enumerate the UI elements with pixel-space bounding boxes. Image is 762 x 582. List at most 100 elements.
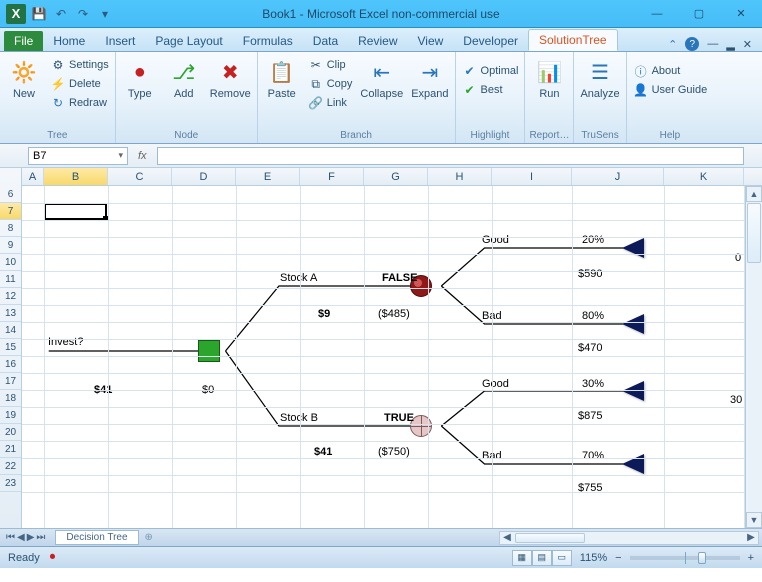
tab-view[interactable]: View (408, 31, 454, 51)
horizontal-scrollbar[interactable]: ◀ ▶ (499, 531, 759, 545)
tab-file[interactable]: File (4, 31, 43, 51)
add-button[interactable]: ⎇Add (164, 54, 204, 104)
macro-record-icon[interactable]: ⏺ (40, 551, 56, 564)
fx-icon[interactable]: fx (128, 150, 157, 162)
col-header-K[interactable]: K (664, 168, 744, 185)
col-header-G[interactable]: G (364, 168, 428, 185)
row-header-17[interactable]: 17 (0, 373, 21, 390)
row-header-16[interactable]: 16 (0, 356, 21, 373)
worksheet[interactable]: 67891011121314151617181920212223 ABCDEFG… (0, 168, 762, 528)
link-button[interactable]: 🔗Link (306, 94, 355, 112)
minimize-button[interactable]: — (636, 3, 678, 25)
col-header-B[interactable]: B (44, 168, 108, 185)
delete-button[interactable]: ⚡Delete (48, 75, 111, 93)
analyze-button[interactable]: ☰Analyze (578, 54, 621, 104)
about-button[interactable]: ⓘAbout (631, 62, 710, 80)
tab-review[interactable]: Review (348, 31, 407, 51)
row-header-7[interactable]: 7 (0, 203, 21, 220)
mdi-restore-icon[interactable]: ▂ (726, 38, 734, 51)
row-header-15[interactable]: 15 (0, 339, 21, 356)
active-cell[interactable] (44, 203, 107, 220)
row-header-8[interactable]: 8 (0, 220, 21, 237)
scroll-right-icon[interactable]: ▶ (744, 532, 758, 543)
mdi-close-icon[interactable]: ✕ (743, 38, 752, 51)
row-header-19[interactable]: 19 (0, 407, 21, 424)
col-header-D[interactable]: D (172, 168, 236, 185)
row-header-6[interactable]: 6 (0, 186, 21, 203)
maximize-button[interactable]: ▢ (678, 3, 720, 25)
row-header-13[interactable]: 13 (0, 305, 21, 322)
vertical-scrollbar[interactable]: ▲ ▼ (745, 186, 762, 528)
tab-developer[interactable]: Developer (453, 31, 528, 51)
row-header-20[interactable]: 20 (0, 424, 21, 441)
formula-input[interactable] (157, 147, 744, 165)
row-header-9[interactable]: 9 (0, 237, 21, 254)
tab-home[interactable]: Home (43, 31, 95, 51)
zoom-slider[interactable] (630, 556, 740, 560)
best-button[interactable]: ✔Best (460, 81, 521, 99)
tab-nav-prev-icon[interactable]: ◀ (17, 532, 25, 543)
page-break-view-button[interactable]: ▭ (552, 550, 572, 566)
col-header-H[interactable]: H (428, 168, 492, 185)
clip-button[interactable]: ✂Clip (306, 56, 355, 74)
decision-node[interactable] (198, 340, 220, 362)
remove-button[interactable]: ✖Remove (208, 54, 253, 104)
close-button[interactable]: ✕ (720, 3, 762, 25)
mdi-minimize-icon[interactable]: — (707, 38, 718, 50)
help-icon[interactable]: ? (685, 37, 699, 51)
col-header-I[interactable]: I (492, 168, 572, 185)
new-tree-button[interactable]: 🔆 New (4, 54, 44, 104)
expand-button[interactable]: ⇥Expand (409, 54, 450, 104)
row-header-23[interactable]: 23 (0, 475, 21, 492)
optimal-button[interactable]: ✔Optimal (460, 62, 521, 80)
save-icon[interactable]: 💾 (30, 5, 48, 23)
qat-dropdown-icon[interactable]: ▾ (96, 5, 114, 23)
type-button[interactable]: ●Type (120, 54, 160, 104)
col-header-J[interactable]: J (572, 168, 664, 185)
zoom-thumb[interactable] (698, 552, 706, 564)
hscroll-thumb[interactable] (515, 533, 585, 543)
zoom-in-button[interactable]: + (748, 552, 754, 564)
run-button[interactable]: 📊Run (529, 54, 569, 104)
redo-icon[interactable]: ↷ (74, 5, 92, 23)
tab-nav-last-icon[interactable]: ⏭ (36, 532, 45, 543)
col-header-F[interactable]: F (300, 168, 364, 185)
scroll-down-icon[interactable]: ▼ (746, 512, 762, 528)
name-box[interactable]: B7 ▾ (28, 147, 128, 165)
tab-nav-first-icon[interactable]: ⏮ (6, 532, 15, 543)
scroll-thumb[interactable] (747, 203, 761, 263)
row-header-11[interactable]: 11 (0, 271, 21, 288)
col-header-C[interactable]: C (108, 168, 172, 185)
settings-button[interactable]: ⚙Settings (48, 56, 111, 74)
row-header-18[interactable]: 18 (0, 390, 21, 407)
copy-button[interactable]: ⧉Copy (306, 75, 355, 93)
row-header-21[interactable]: 21 (0, 441, 21, 458)
zoom-level[interactable]: 115% (580, 552, 607, 564)
collapse-button[interactable]: ⇤Collapse (358, 54, 405, 104)
row-header-10[interactable]: 10 (0, 254, 21, 271)
scroll-left-icon[interactable]: ◀ (500, 532, 514, 543)
ribbon-minimize-icon[interactable]: ⌃ (668, 38, 677, 51)
tab-solutiontree[interactable]: SolutionTree (528, 29, 618, 51)
grid[interactable]: Invest? $41 $0 Stock A $9 FALSE ($485) S… (22, 186, 762, 528)
tab-insert[interactable]: Insert (95, 31, 145, 51)
col-header-E[interactable]: E (236, 168, 300, 185)
zoom-out-button[interactable]: − (615, 552, 621, 564)
page-layout-view-button[interactable]: ▤ (532, 550, 552, 566)
row-header-14[interactable]: 14 (0, 322, 21, 339)
col-header-A[interactable]: A (22, 168, 44, 185)
paste-button[interactable]: 📋Paste (262, 54, 302, 104)
tab-page-layout[interactable]: Page Layout (145, 31, 232, 51)
redraw-button[interactable]: ↻Redraw (48, 94, 111, 112)
new-sheet-icon[interactable]: ⊕ (139, 532, 159, 543)
user-guide-button[interactable]: 👤User Guide (631, 81, 710, 99)
undo-icon[interactable]: ↶ (52, 5, 70, 23)
sheet-tab-active[interactable]: Decision Tree (55, 530, 138, 545)
scroll-up-icon[interactable]: ▲ (746, 186, 762, 202)
name-box-dropdown-icon[interactable]: ▾ (118, 150, 123, 161)
tab-data[interactable]: Data (303, 31, 348, 51)
row-header-12[interactable]: 12 (0, 288, 21, 305)
normal-view-button[interactable]: ▦ (512, 550, 532, 566)
tab-formulas[interactable]: Formulas (233, 31, 303, 51)
row-header-22[interactable]: 22 (0, 458, 21, 475)
